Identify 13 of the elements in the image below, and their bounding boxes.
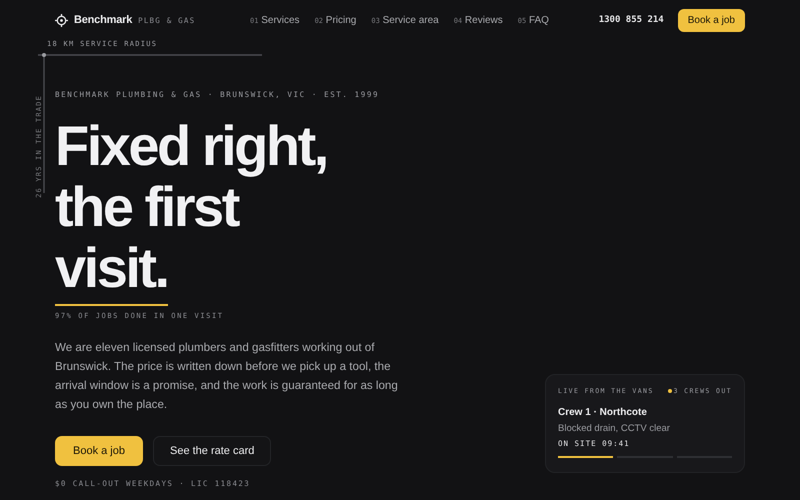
book-button[interactable]: Book a job [55,436,143,466]
headline-line: the first [55,176,238,237]
headline-line: Fixed right, [55,115,327,176]
job-description: Blocked drain, CCTV clear [558,423,671,434]
intro-paragraph: We are eleven licensed plumbers and gasfitters working out of Brunswick. The price is written down before we pick up a tool, the arrival window is a promise, and the work is guaranteed for as long as you own the place. [55,340,399,413]
brand-name[interactable]: Benchmark [74,14,132,26]
status-dot [668,389,672,393]
headline-line: visit. [55,237,168,298]
phone-number: 1300 855 214 [598,15,664,25]
book-button[interactable]: Book a job [678,8,745,32]
crosshair-icon [55,14,68,26]
rate-card-button[interactable]: See the rate card [152,436,272,466]
crew-name: Crew 1 · Northcote [558,407,648,418]
